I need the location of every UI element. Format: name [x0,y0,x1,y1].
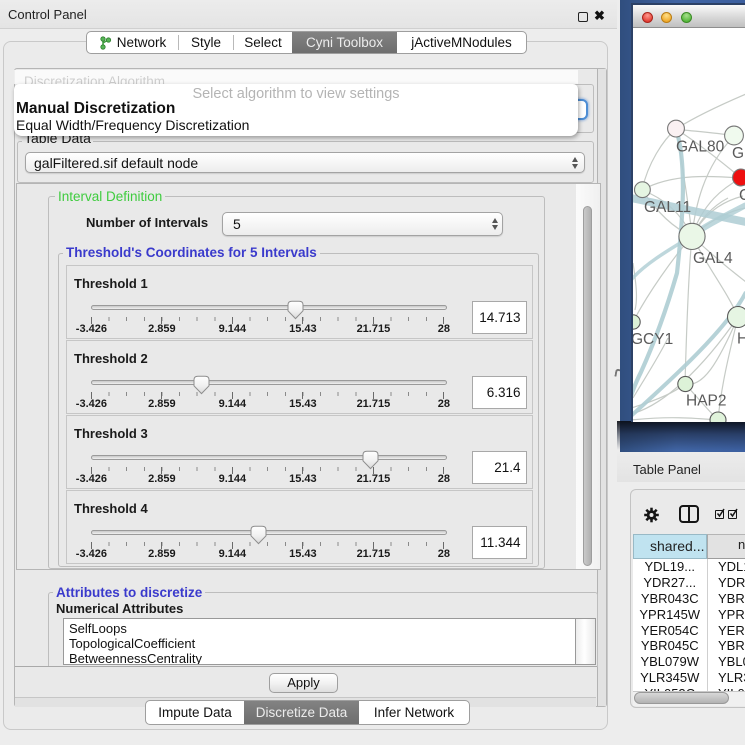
svg-text:GCY1: GCY1 [633,331,673,348]
svg-text:GAL80: GAL80 [676,139,725,156]
svg-text:C: C [739,187,745,204]
svg-text:HAP2: HAP2 [686,393,727,410]
svg-text:H: H [737,331,745,348]
svg-text:GAL4: GAL4 [693,250,733,267]
svg-text:GAL11: GAL11 [644,199,691,216]
svg-text:G.: G. [732,145,745,162]
